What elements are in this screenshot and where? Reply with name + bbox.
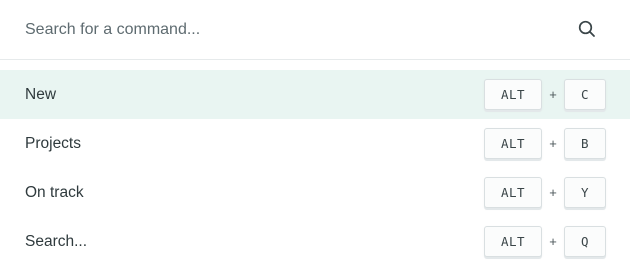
shortcut-separator: +	[549, 87, 557, 102]
search-bar	[0, 0, 630, 60]
shortcut-separator: +	[549, 136, 557, 151]
shortcut-key: C	[564, 79, 606, 110]
search-input[interactable]	[0, 0, 560, 59]
keyboard-shortcut: ALT + C	[484, 78, 606, 111]
command-palette: New ALT + C Projects ALT + B On track AL…	[0, 0, 630, 267]
command-label: On track	[25, 184, 84, 201]
command-label: Search...	[25, 233, 88, 250]
modifier-key: ALT	[484, 128, 542, 159]
command-item-new[interactable]: New ALT + C	[0, 70, 630, 119]
modifier-key: ALT	[484, 79, 542, 110]
command-item-search[interactable]: Search... ALT + Q	[0, 217, 630, 266]
keyboard-shortcut: ALT + Y	[484, 176, 606, 209]
shortcut-key: B	[564, 128, 606, 159]
modifier-key: ALT	[484, 177, 542, 208]
shortcut-key: Q	[564, 226, 606, 257]
shortcut-key: Y	[564, 177, 606, 208]
shortcut-separator: +	[549, 234, 557, 249]
search-icon[interactable]	[577, 19, 597, 39]
command-list: New ALT + C Projects ALT + B On track AL…	[0, 70, 630, 266]
command-label: Projects	[25, 135, 81, 152]
command-label: New	[25, 86, 57, 103]
modifier-key: ALT	[484, 226, 542, 257]
keyboard-shortcut: ALT + B	[484, 127, 606, 160]
command-item-projects[interactable]: Projects ALT + B	[0, 119, 630, 168]
command-item-on-track[interactable]: On track ALT + Y	[0, 168, 630, 217]
keyboard-shortcut: ALT + Q	[484, 225, 606, 258]
shortcut-separator: +	[549, 185, 557, 200]
